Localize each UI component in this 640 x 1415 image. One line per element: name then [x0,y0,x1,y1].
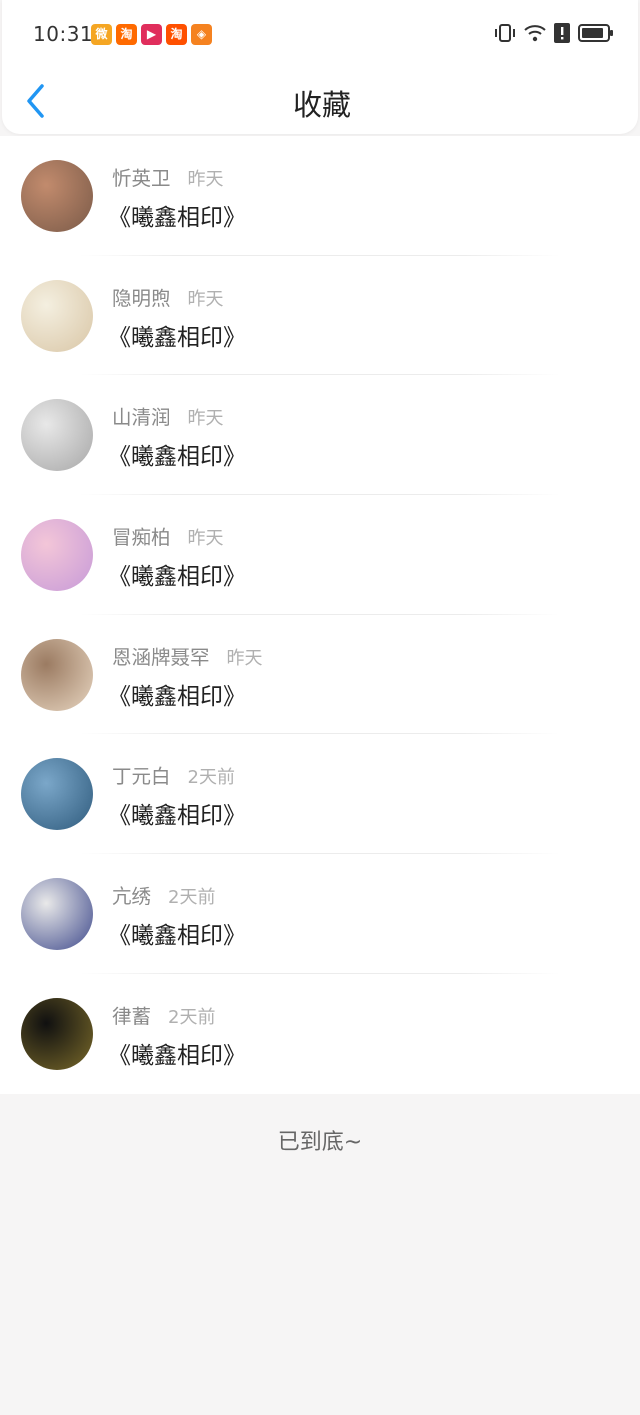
favorite-item[interactable]: 隐明煦 昨天《曦鑫相印》 [0,256,640,376]
taobao-special-icon: 淘 [116,24,137,45]
favorite-item[interactable]: 山清润 昨天《曦鑫相印》 [0,375,640,496]
user-avatar[interactable] [21,160,93,232]
user-name[interactable]: 亢绣 [112,885,151,908]
favorite-title[interactable]: 《曦鑫相印》 [108,796,246,830]
vibrate-icon [494,22,516,44]
wifi-icon [524,23,546,43]
favorites-list: 忻英卫 昨天 《曦鑫相印》 隐明煦 昨天 《曦鑫相印》 山清润 昨天 《曦鑫相印》 冒痴柏 昨天 《曦… [0,136,640,1094]
name-line: 律蓄 2天前 [112,1000,215,1029]
name-line: 恩涵牌聂罕 昨天 [112,641,263,670]
user-name[interactable]: 丁元白 [112,765,171,788]
taobao-icon: 淘 [166,24,187,45]
favorite-title[interactable]: 《曦鑫相印》 [108,557,246,591]
favorite-item[interactable]: 恩涵牌聂罕 昨天《曦鑫相印》 [0,615,640,735]
favorite-time: 昨天 [187,408,224,430]
favorite-item[interactable]: 亢绣 2天前《曦鑫相印》 [0,854,640,974]
name-line: 忻英卫 昨天 [112,162,224,191]
status-bar: 10:31 微淘 ▶ 淘 ◈ [2,18,640,54]
status-time: 10:31 [33,22,94,46]
favorite-time: 2天前 [187,767,235,789]
user-avatar[interactable] [21,279,93,352]
favorite-time: 2天前 [168,887,216,909]
name-line: 丁元白 2天前 [112,760,235,789]
system-icons [494,22,614,44]
top-bar: 10:31 微淘 ▶ 淘 ◈ 收藏 [2,0,638,134]
user-name[interactable]: 隐明煦 [112,287,171,310]
name-line: 隐明煦 昨天 [112,282,224,311]
favorite-title[interactable]: 《曦鑫相印》 [108,677,246,711]
notification-icons: 微淘 ▶ 淘 ◈ [91,24,212,45]
user-avatar[interactable] [21,997,93,1070]
name-line: 亢绣 2天前 [112,880,215,909]
favorite-time: 2天前 [168,1006,216,1028]
name-line: 冒痴柏 昨天 [112,521,224,550]
favorite-item[interactable]: 丁元白 2天前《曦鑫相印》 [0,734,640,855]
favorite-title[interactable]: 《曦鑫相印》 [108,1036,246,1070]
shop-app-icon: ◈ [191,24,212,45]
user-avatar[interactable] [21,638,93,711]
name-line: 山清润 昨天 [112,401,224,430]
favorite-time: 昨天 [187,169,224,190]
weibo-icon: 微 [91,24,112,45]
alert-icon [554,23,570,43]
end-of-list-text: 已到底~ [277,1130,363,1155]
favorite-item[interactable]: 律蓄 2天前《曦鑫相印》 [0,974,640,1094]
favorite-title[interactable]: 《曦鑫相印》 [108,198,246,232]
user-name[interactable]: 律蓄 [112,1005,151,1028]
favorite-time: 昨天 [187,288,224,310]
page-title: 收藏 [292,88,351,122]
favorite-time: 昨天 [226,647,263,669]
user-avatar[interactable] [21,758,93,831]
user-name[interactable]: 恩涵牌聂罕 [112,646,210,669]
user-avatar[interactable] [21,878,93,951]
user-name[interactable]: 冒痴柏 [112,526,171,549]
favorite-time: 昨天 [187,528,224,550]
user-avatar[interactable] [21,519,93,592]
favorite-title[interactable]: 《曦鑫相印》 [108,318,246,352]
video-app-icon: ▶ [141,24,162,45]
user-avatar[interactable] [21,399,93,472]
favorite-title[interactable]: 《曦鑫相印》 [108,437,246,471]
favorite-item[interactable]: 冒痴柏 昨天《曦鑫相印》 [0,495,640,615]
favorite-item[interactable]: 忻英卫 昨天《曦鑫相印》 [0,136,640,256]
favorite-title[interactable]: 《曦鑫相印》 [108,916,246,950]
battery-icon [578,23,614,43]
user-name[interactable]: 忻英卫 [112,167,171,190]
user-name[interactable]: 山清润 [112,406,171,429]
